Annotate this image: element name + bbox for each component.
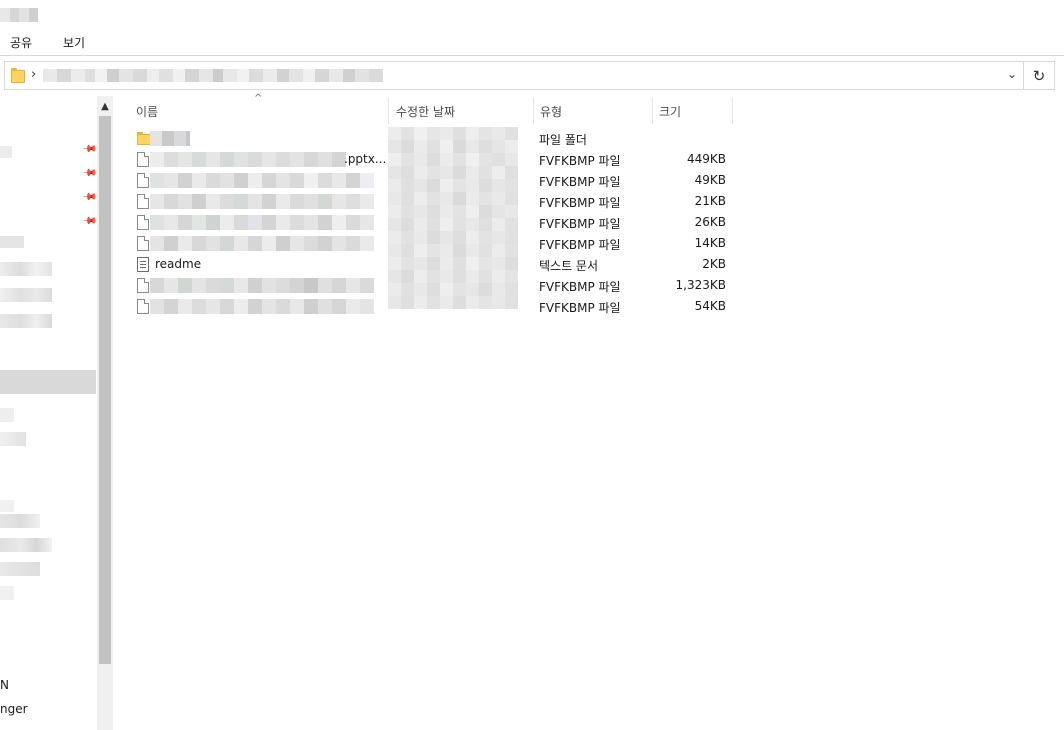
file-row-readme[interactable]: readme 텍스트 문서 2KB [130,254,730,275]
file-row[interactable]: FVFKBMP 파일 54KB [130,296,730,317]
sort-ascending-icon: ^ [254,93,263,104]
file-type: FVFKBMP 파일 [539,238,621,252]
column-header-size[interactable]: 크기 [659,98,681,124]
file-row[interactable]: FVFKBMP 파일 1,323KB [130,275,730,296]
pin-icon: 📌 [80,141,98,158]
refresh-icon[interactable]: ↻ [1024,61,1055,90]
nav-item-selected[interactable] [0,370,96,394]
nav-item-blurred[interactable] [0,432,26,446]
scroll-thumb[interactable] [99,116,111,664]
file-icon [137,173,149,188]
file-type: FVFKBMP 파일 [539,196,621,210]
file-row[interactable]: .pptx... FVFKBMP 파일 449KB [130,149,730,170]
pin-icon: 📌 [80,213,98,230]
file-icon [137,152,149,167]
file-name-blurred [150,278,374,293]
file-type: 파일 폴더 [539,133,587,147]
file-row[interactable]: FVFKBMP 파일 26KB [130,212,730,233]
breadcrumb-chevron-icon[interactable]: › [31,67,36,82]
file-row[interactable]: FVFKBMP 파일 21KB [130,191,730,212]
nav-item-blurred[interactable] [0,500,14,512]
ribbon: 공유 보기 [0,30,1064,54]
window-title-blurred [0,8,38,22]
nav-item-blurred[interactable] [0,146,12,158]
file-size: 2KB [702,257,726,271]
column-divider[interactable] [652,98,653,124]
file-type: FVFKBMP 파일 [539,175,621,189]
column-header-type[interactable]: 유형 [540,98,562,124]
file-row[interactable]: FVFKBMP 파일 49KB [130,170,730,191]
pin-icon: 📌 [80,189,98,206]
tab-view[interactable]: 보기 [63,34,85,51]
file-icon [137,194,149,209]
nav-scrollbar[interactable]: ▲ [97,96,113,730]
nav-item-blurred[interactable] [0,262,52,276]
nav-item-blurred[interactable] [0,514,40,528]
nav-item-blurred[interactable] [0,562,40,576]
nav-item-blurred[interactable] [0,288,52,302]
file-icon [137,278,149,293]
file-name-blurred [150,299,374,314]
file-name-blurred [150,131,190,146]
column-divider[interactable] [533,98,534,124]
file-size: 1,323KB [675,278,726,292]
file-type: FVFKBMP 파일 [539,217,621,231]
breadcrumb-path-blurred[interactable] [43,69,423,82]
nav-item-blurred[interactable] [0,538,52,552]
folder-icon [137,132,151,145]
text-document-icon [137,257,149,272]
file-name-blurred [150,173,374,188]
tab-share[interactable]: 공유 [10,34,32,51]
navigation-pane: 📌 📌 📌 📌 N nger [0,96,98,730]
file-size: 26KB [694,215,726,229]
file-name: .pptx... [344,152,387,166]
column-divider[interactable] [388,98,389,124]
column-header-name[interactable]: 이름 [136,98,158,124]
file-name: readme [155,257,202,271]
file-size: 14KB [694,236,726,250]
file-row-folder[interactable]: 파일 폴더 [130,128,730,149]
scroll-up-arrow-icon[interactable]: ▲ [97,98,113,114]
nav-item-label[interactable]: nger [0,702,28,716]
file-size: 21KB [694,194,726,208]
file-name-blurred [150,236,374,251]
nav-item-blurred[interactable] [0,314,52,328]
pin-icon: 📌 [80,165,98,182]
folder-icon [11,68,25,83]
column-header-date[interactable]: 수정한 날짜 [396,98,455,124]
file-type: 텍스트 문서 [539,259,599,273]
chevron-down-icon[interactable]: ⌄ [1007,67,1017,81]
file-row[interactable]: FVFKBMP 파일 14KB [130,233,730,254]
ribbon-divider [0,55,1064,56]
file-size: 54KB [694,299,726,313]
file-name-blurred [150,215,374,230]
file-icon [137,215,149,230]
file-size: 449KB [686,152,726,166]
file-icon [137,236,149,251]
file-icon [137,299,149,314]
file-type: FVFKBMP 파일 [539,280,621,294]
nav-item-blurred[interactable] [0,236,24,248]
nav-item-blurred[interactable] [0,586,14,600]
address-bar[interactable]: › ⌄ [4,61,1024,90]
nav-item-label[interactable]: N [0,678,9,692]
nav-item-blurred[interactable] [0,408,14,422]
file-name-blurred [150,152,346,167]
file-type: FVFKBMP 파일 [539,301,621,315]
file-size: 49KB [694,173,726,187]
column-divider[interactable] [732,98,733,124]
file-type: FVFKBMP 파일 [539,154,621,168]
file-name-blurred [150,194,374,209]
